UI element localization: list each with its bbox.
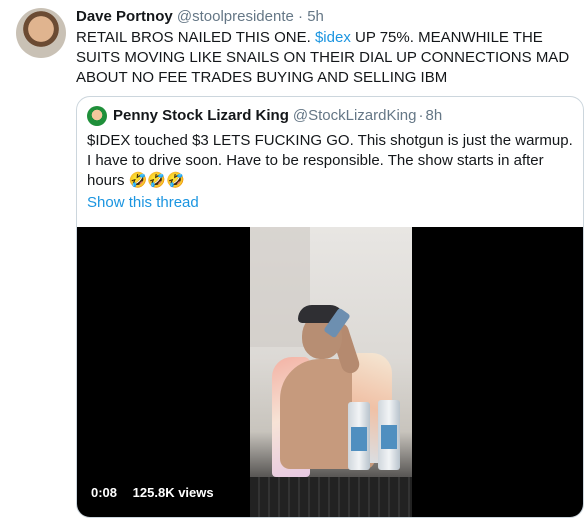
tweet-header: Dave Portnoy @stoolpresidente · 5h — [76, 7, 324, 27]
quoted-author-handle[interactable]: @StockLizardKing — [293, 106, 417, 126]
video-can-1-label — [351, 427, 367, 451]
tweet-timestamp[interactable]: 5h — [307, 8, 324, 25]
video-player[interactable]: 0:08 125.8K views — [77, 227, 583, 517]
tweet-text: RETAIL BROS NAILED THIS ONE. $idex UP 75… — [76, 28, 572, 88]
quoted-tweet-text: $IDEX touched $3 LETS FUCKING GO. This s… — [87, 132, 573, 189]
tweet-text-part1: RETAIL BROS NAILED THIS ONE. — [76, 29, 315, 46]
quoted-tweet-card[interactable]: Penny Stock Lizard King @StockLizardKing… — [76, 96, 584, 518]
video-info: 0:08 125.8K views — [91, 485, 226, 500]
quoted-header-separator: · — [418, 107, 424, 124]
video-views: 125.8K views — [132, 485, 214, 500]
cashtag-link[interactable]: $idex — [315, 29, 351, 46]
show-thread-link[interactable]: Show this thread — [87, 194, 199, 211]
author-name[interactable]: Dave Portnoy — [76, 8, 173, 25]
video-can-2-label — [381, 425, 397, 449]
video-frame — [250, 227, 412, 517]
author-handle[interactable]: @stoolpresidente — [177, 8, 294, 25]
author-avatar[interactable] — [16, 8, 66, 58]
video-background — [250, 227, 310, 347]
quoted-tweet-timestamp[interactable]: 8h — [426, 106, 443, 126]
header-separator: · — [298, 8, 304, 25]
video-keyboard — [250, 477, 412, 517]
quoted-tweet-header: Penny Stock Lizard King @StockLizardKing… — [87, 106, 442, 126]
quoted-author-avatar[interactable] — [87, 106, 107, 126]
video-duration: 0:08 — [91, 485, 118, 500]
quoted-author-name[interactable]: Penny Stock Lizard King — [113, 106, 289, 126]
